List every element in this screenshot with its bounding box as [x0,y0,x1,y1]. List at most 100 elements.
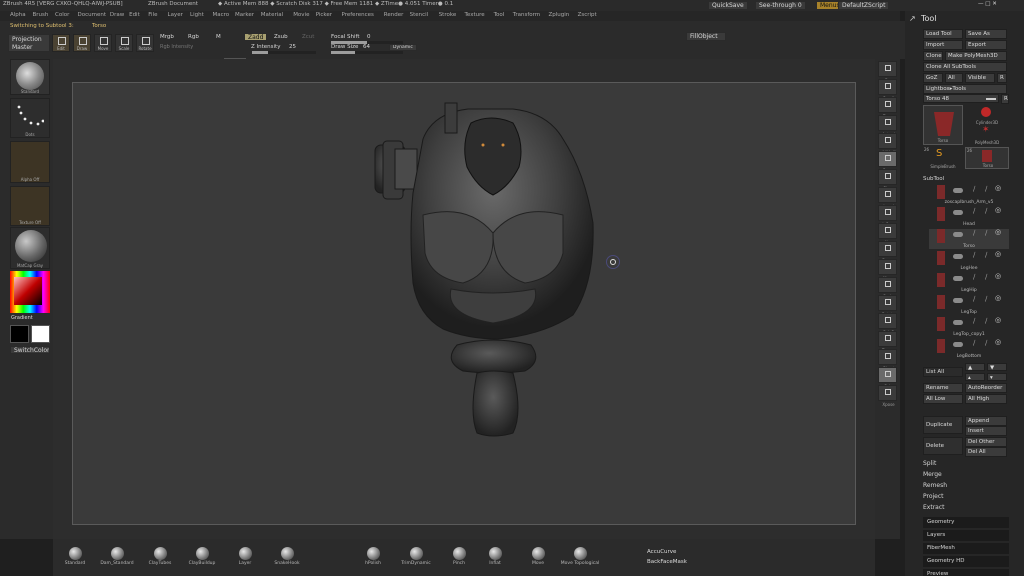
gradient-button[interactable]: Gradient [11,315,33,321]
goz-visible-button[interactable]: Visible [965,73,995,83]
del-all-button[interactable]: Del All [965,447,1007,457]
edit-mode-button[interactable]: Edit [52,34,70,52]
tool-slider-r-button[interactable]: R [1001,94,1009,104]
polyf-button[interactable]: PolyF [878,313,897,335]
subtool-item[interactable]: ∕ ∕ ◎ zoscaplbrush_Arm_v5 [929,184,1009,205]
scroll-button[interactable]: Scroll [878,79,897,101]
default-zscript-button[interactable]: DefaultZScript [838,1,890,10]
persp-button[interactable]: Persp [878,151,897,173]
zcut-button[interactable]: Zcut [302,34,314,40]
backfacemask-button[interactable]: BackFaceMask [647,559,687,565]
projection-master-button[interactable]: Projection Master [8,34,50,52]
bpr-button[interactable]: Bpr [878,61,897,83]
polypaint-toggle[interactable] [953,276,963,281]
load-tool-button[interactable]: Load Tool [923,29,963,39]
brush-inflat[interactable]: Inflat [475,547,515,575]
menu-layer[interactable]: Layer [168,12,183,18]
subtool-item[interactable]: ∕ ∕ ◎ LegTop [929,294,1009,315]
del-other-button[interactable]: Del Other [965,437,1007,447]
tool-thumb-cylinder[interactable]: Cylinder3D [965,105,1009,125]
rgb-intensity-slider[interactable]: Rgb Intensity [160,44,193,50]
floor-button[interactable]: Floor [878,169,897,191]
transp-button[interactable]: Transp [878,331,897,353]
tool-thumb-simplebrush[interactable]: 26 S SimpleBrush [923,147,963,169]
eye-icon[interactable]: ◎ [995,294,1001,302]
subtool-item[interactable]: ∕ ∕ ◎ LegHee [929,250,1009,271]
draw-size-slider[interactable] [331,51,403,54]
clone-button[interactable]: Clone [923,51,943,61]
menu-transform[interactable]: Transform [513,12,540,18]
tool-thumb-torso[interactable]: Torso [923,105,963,145]
subtool-down-arrow[interactable]: ▾ [987,373,1007,381]
append-button[interactable]: Append [965,416,1007,426]
accucurve-button[interactable]: AccuCurve [647,549,676,555]
autoreorder-button[interactable]: AutoReorder [965,383,1007,393]
rgb-button[interactable]: Rgb [188,34,199,40]
frame-button[interactable]: Frame [878,241,897,263]
color-square[interactable] [14,277,42,305]
split-menu[interactable]: Split [923,460,1009,467]
scale-mode-button[interactable]: Scale [115,34,133,52]
subtool-item[interactable]: ∕ ∕ ◎ LegTop_copy1 [929,316,1009,337]
primary-color-swatch[interactable] [10,325,29,343]
solo-button[interactable]: Solo [878,367,897,389]
eye-icon[interactable]: ◎ [995,338,1001,346]
z-intensity-slider[interactable] [252,51,316,54]
stroke-selector[interactable]: Dots [10,98,50,138]
eye-icon[interactable]: ◎ [995,228,1001,236]
brush-snakehook[interactable]: SnakeHook [267,547,307,575]
local-button[interactable]: Local [878,187,897,209]
menu-material[interactable]: Material [261,12,283,18]
brush-hpolish[interactable]: hPolish [353,547,393,575]
polypaint-toggle[interactable] [953,320,963,325]
project-menu[interactable]: Project [923,493,1009,500]
subtool-item[interactable]: ∕ ∕ ◎ Head [929,206,1009,227]
menu-marker[interactable]: Marker [235,12,254,18]
geometry-section[interactable]: Geometry [923,517,1009,528]
import-button[interactable]: Import [923,40,963,50]
rotate-button[interactable]: Rotate [878,295,897,317]
see-through-slider[interactable]: See-through 0 [755,1,806,10]
eye-icon[interactable]: ◎ [995,206,1001,214]
texture-selector[interactable]: Texture Off [10,186,50,226]
subtool-up-arrow[interactable]: ▴ [965,373,985,381]
menu-texture[interactable]: Texture [465,12,485,18]
all-high-button[interactable]: All High [965,394,1007,404]
lsym-button[interactable]: L.Sym [878,205,897,227]
brush-trimdynamic[interactable]: TrimDynamic [396,547,436,575]
ghost-button[interactable]: Ghost [878,349,897,371]
dynamic-button[interactable]: Dynamic [389,44,417,51]
layers-section[interactable]: Layers [923,530,1009,541]
subtool-header[interactable]: SubTool [923,176,1009,182]
tool-slider[interactable]: Torso 48 [923,94,999,103]
brush-move-topological[interactable]: Move Topological [560,547,600,575]
subtool-down-button[interactable]: ▼ [987,363,1007,371]
menu-edit[interactable]: Edit [129,12,140,18]
quicksave-button[interactable]: QuickSave [708,1,748,10]
zsub-button[interactable]: Zsub [274,34,288,40]
zoom-button[interactable]: Zoom [878,97,897,119]
menu-light[interactable]: Light [190,12,204,18]
brush-claytubes[interactable]: ClayTubes [140,547,180,575]
alpha-selector[interactable]: Alpha Off [10,141,50,183]
palette-arrow-icon[interactable]: ↗ [909,14,916,23]
tool-thumb-torso-2[interactable]: 26 Torso [965,147,1009,169]
rename-button[interactable]: Rename [923,383,963,393]
torso-model[interactable] [73,83,857,526]
lightbox-tools-button[interactable]: Lightbox▸Tools [923,84,1007,94]
menu-stencil[interactable]: Stencil [410,12,429,18]
all-low-button[interactable]: All Low [923,394,963,404]
preview-section[interactable]: Preview [923,569,1009,576]
brush-selector[interactable]: Standard [10,59,50,95]
menu-preferences[interactable]: Preferences [342,12,374,18]
material-selector[interactable]: MatCap Gray [10,227,50,269]
eye-icon[interactable]: ◎ [995,250,1001,258]
export-button[interactable]: Export [965,40,1007,50]
xyz-button[interactable]: Xyz [878,223,897,245]
make-polymesh-button[interactable]: Make PolyMesh3D [945,51,1007,61]
polypaint-toggle[interactable] [953,188,963,193]
window-controls[interactable]: — □ ✕ [978,1,997,7]
document-canvas[interactable] [72,82,856,525]
secondary-color-swatch[interactable] [31,325,50,343]
aahalf-button[interactable]: AAHalf [878,133,897,155]
